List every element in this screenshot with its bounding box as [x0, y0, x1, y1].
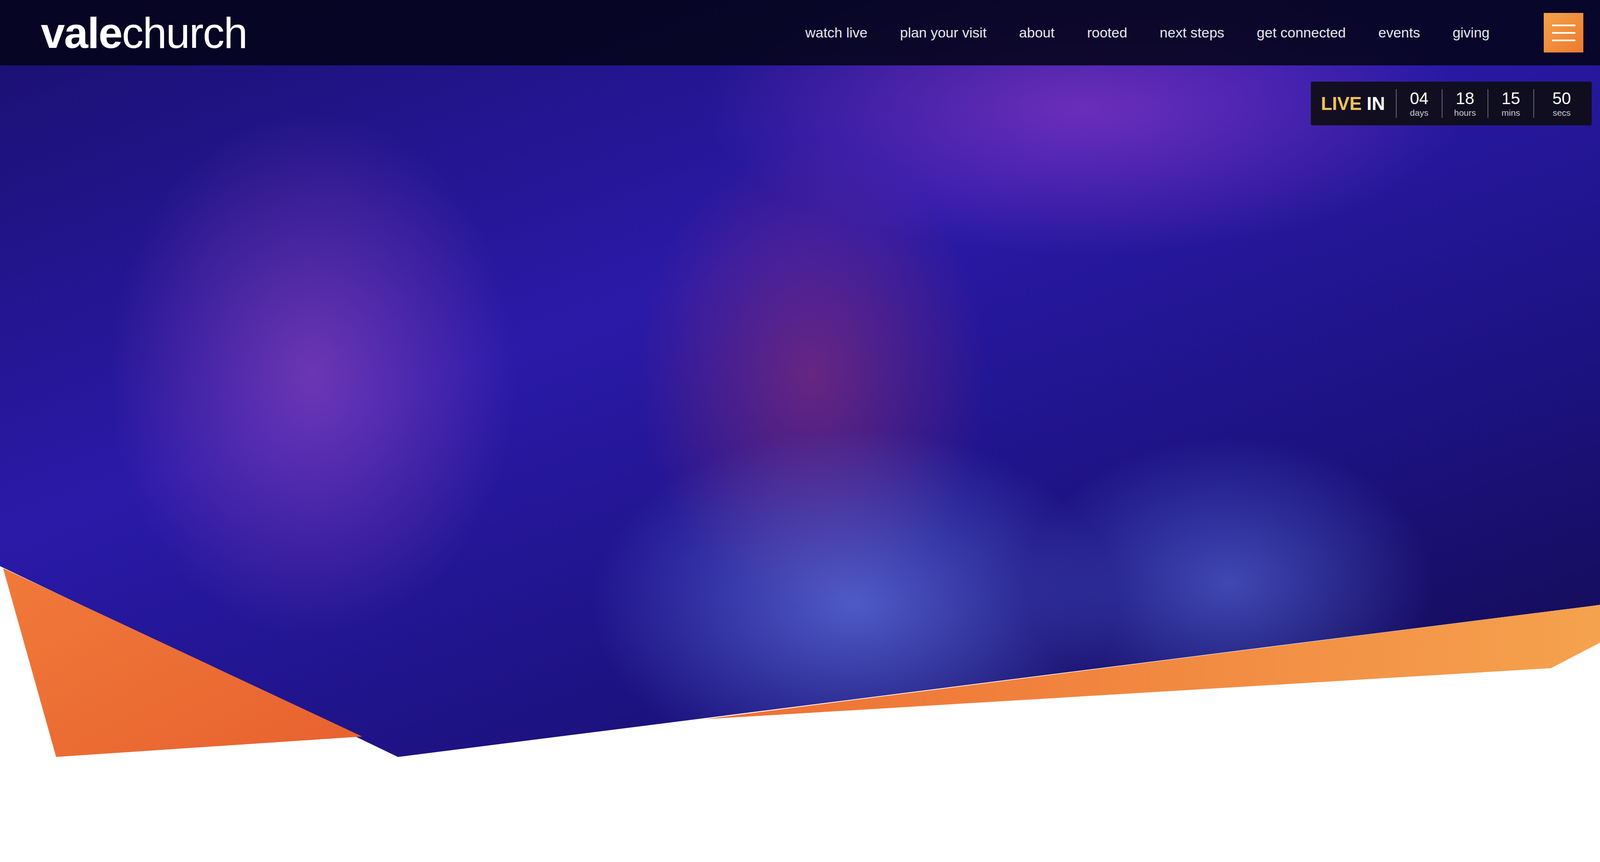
countdown-value: 50: [1552, 89, 1572, 108]
countdown-highlight: LIVE: [1320, 93, 1362, 115]
nav-item[interactable]: events: [1378, 24, 1420, 41]
hero-edge-icon: [0, 556, 1600, 761]
menu-button[interactable]: [1543, 12, 1584, 53]
main-nav: watch live plan your visit about rooted next…: [805, 24, 1490, 41]
countdown-value: 04: [1410, 89, 1429, 108]
nav-item[interactable]: about: [1019, 24, 1055, 41]
countdown-label: LIVEIN: [1320, 93, 1396, 115]
nav-item[interactable]: giving: [1452, 24, 1490, 41]
logo[interactable]: valechurch: [40, 11, 248, 55]
countdown-unit-label: mins: [1501, 107, 1520, 118]
site-header: valechurch watch live plan your visit about…: [0, 0, 1600, 66]
nav-item[interactable]: next steps: [1159, 24, 1225, 41]
menu-line-icon: [1552, 24, 1576, 27]
countdown-value: 15: [1501, 89, 1521, 108]
page: valechurch watch live plan your visit about…: [0, 0, 1600, 862]
live-countdown[interactable]: LIVEIN04days18hours15mins50secs: [1310, 81, 1592, 126]
nav-item[interactable]: plan your visit: [900, 24, 987, 41]
countdown-unit-label: secs: [1552, 107, 1571, 118]
content-area: [0, 760, 1600, 862]
menu-line-icon: [1552, 39, 1576, 42]
countdown-unit: 50secs: [1533, 89, 1580, 118]
countdown-unit: 15mins: [1487, 89, 1534, 118]
nav-item[interactable]: get connected: [1256, 24, 1346, 41]
countdown-unit: 18hours: [1441, 89, 1488, 118]
logo-light: church: [121, 11, 247, 55]
nav-item[interactable]: rooted: [1087, 24, 1128, 41]
countdown-value: 18: [1455, 89, 1475, 108]
countdown-unit-label: days: [1410, 107, 1429, 118]
hero: valechurch watch live plan your visit about…: [0, 0, 1600, 761]
menu-line-icon: [1552, 32, 1576, 34]
countdown-unit: 04days: [1395, 89, 1442, 118]
nav-item[interactable]: watch live: [805, 24, 868, 41]
logo-bold: vale: [40, 11, 122, 55]
countdown-unit-label: hours: [1454, 107, 1477, 118]
